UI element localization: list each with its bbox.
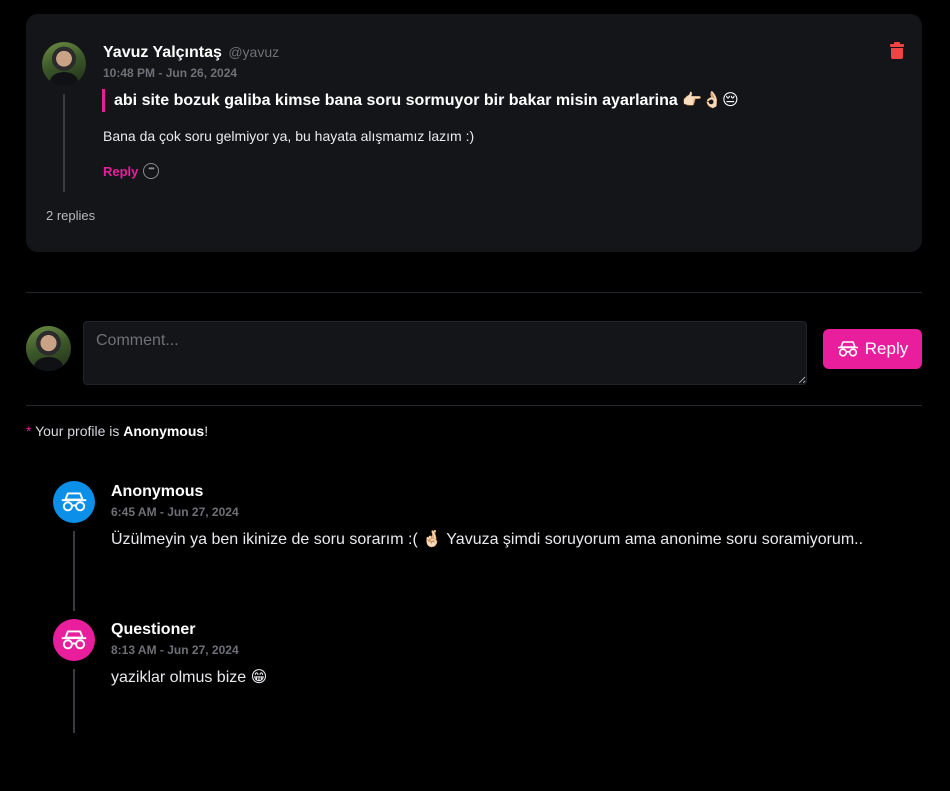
chat-bubble-icon[interactable]: •••: [143, 163, 159, 179]
thread-line: [73, 531, 75, 611]
author-name[interactable]: Yavuz Yalçıntaş @yavuz: [103, 44, 279, 62]
profile-note-prefix: Your profile is: [35, 423, 120, 439]
comment-input[interactable]: [83, 321, 807, 385]
reply-link[interactable]: Reply: [103, 164, 138, 179]
author-handle[interactable]: @yavuz: [228, 44, 279, 60]
author-avatar[interactable]: [42, 42, 86, 86]
incognito-icon: [61, 630, 87, 650]
reply-button[interactable]: Reply: [823, 329, 922, 369]
thread-line: [73, 669, 75, 733]
profile-note-status: Anonymous: [123, 423, 205, 439]
divider: [26, 292, 922, 293]
replies-count[interactable]: 2 replies: [46, 208, 95, 223]
reply-text: yaziklar olmus bize 😁: [111, 669, 268, 686]
incognito-icon: [837, 341, 858, 357]
post-body: Bana da çok soru gelmiyor ya, bu hayata …: [103, 128, 475, 144]
reply-text: Üzülmeyin ya ben ikinize de soru sorarım…: [111, 531, 864, 548]
divider: [26, 405, 922, 406]
reply-timestamp: 6:45 AM - Jun 27, 2024: [111, 505, 239, 519]
anonymous-avatar: [53, 481, 95, 523]
reply-author: Questioner: [111, 621, 196, 638]
profile-note-suffix: !: [204, 423, 209, 439]
post-card: Yavuz Yalçıntaş @yavuz 10:48 PM - Jun 26…: [26, 14, 922, 252]
quoted-question: abi site bozuk galiba kimse bana soru so…: [102, 89, 739, 112]
profile-status-note: * Your profile is Anonymous!: [26, 423, 208, 439]
composer-avatar: [26, 326, 71, 371]
thread-line: [63, 94, 65, 192]
incognito-icon: [61, 492, 87, 512]
author-name-text[interactable]: Yavuz Yalçıntaş: [103, 44, 222, 61]
trash-icon[interactable]: [890, 42, 904, 59]
reply-button-label: Reply: [864, 339, 909, 358]
anonymous-avatar: [53, 619, 95, 661]
post-timestamp: 10:48 PM - Jun 26, 2024: [103, 66, 238, 80]
reply-author: Anonymous: [111, 483, 204, 500]
required-star: *: [26, 423, 32, 439]
reply-timestamp: 8:13 AM - Jun 27, 2024: [111, 643, 239, 657]
